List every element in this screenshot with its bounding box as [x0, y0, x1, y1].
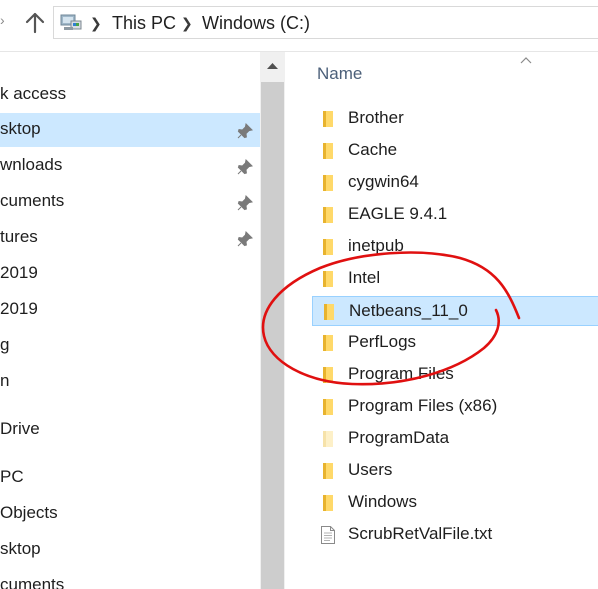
forward-chevron-icon[interactable]: ›	[0, 12, 5, 28]
file-name: cygwin64	[348, 172, 419, 191]
nav-item-desktop[interactable]: sktop	[0, 113, 260, 147]
nav-item-label: tures	[0, 227, 38, 246]
file-name: Intel	[348, 268, 381, 287]
folder-icon	[320, 237, 336, 257]
file-name: Program Files (x86)	[348, 396, 498, 415]
address-bar[interactable]: ❯ This PC ❯ Windows (C:)	[53, 6, 598, 39]
file-row-eagle[interactable]: EAGLE 9.4.1	[312, 200, 598, 230]
file-name: Program Files	[348, 364, 454, 383]
nav-item-label: wnloads	[0, 155, 63, 174]
file-row-inetpub[interactable]: inetpub	[312, 232, 598, 262]
file-row-program-files-x86[interactable]: Program Files (x86)	[312, 392, 598, 422]
nav-item-label: n	[0, 371, 10, 390]
nav-item-g[interactable]: g	[0, 329, 260, 363]
file-row-programdata[interactable]: ProgramData	[312, 424, 598, 454]
pin-icon[interactable]	[236, 122, 254, 140]
scroll-up-button[interactable]	[260, 52, 285, 82]
folder-icon	[320, 141, 336, 161]
file-name: ScrubRetValFile.txt	[348, 524, 493, 543]
chevron-up-icon	[267, 63, 278, 69]
nav-item-folder-2019-b[interactable]: 2019	[0, 293, 260, 327]
nav-pane-scrollbar[interactable]	[260, 52, 285, 589]
file-list-pane: Name Brother Cache cygwin64 EAGLE 9.4.1 …	[285, 52, 598, 589]
file-name: Brother	[348, 108, 404, 127]
breadcrumb-this-pc[interactable]: This PC	[112, 13, 176, 34]
folder-icon	[320, 493, 336, 513]
file-row-cygwin64[interactable]: cygwin64	[312, 168, 598, 198]
file-row-program-files[interactable]: Program Files	[312, 360, 598, 390]
nav-item-downloads[interactable]: wnloads	[0, 149, 260, 183]
nav-item-label: Objects	[0, 503, 58, 522]
nav-item-label: k access	[0, 84, 67, 103]
file-name: Users	[348, 460, 393, 479]
pin-icon[interactable]	[236, 230, 254, 248]
folder-icon	[320, 109, 336, 129]
file-name: Cache	[348, 140, 398, 159]
file-row-cache[interactable]: Cache	[312, 136, 598, 166]
nav-item-label: sktop	[0, 119, 41, 138]
file-row-perflogs[interactable]: PerfLogs	[312, 328, 598, 358]
navigation-pane: k access sktop wnloads cuments tures 201…	[0, 52, 260, 589]
folder-icon	[320, 365, 336, 385]
folder-icon	[320, 397, 336, 417]
sort-ascending-icon	[519, 52, 533, 64]
nav-item-label: 2019	[0, 263, 38, 282]
nav-item-documents-pc[interactable]: cuments	[0, 569, 260, 589]
nav-item-3d-objects[interactable]: Objects	[0, 497, 260, 531]
breadcrumb-drive[interactable]: Windows (C:)	[202, 13, 310, 34]
folder-icon	[320, 205, 336, 225]
file-row-brother[interactable]: Brother	[312, 104, 598, 134]
nav-item-folder-2019-a[interactable]: 2019	[0, 257, 260, 291]
up-button[interactable]	[24, 11, 46, 35]
folder-icon	[320, 173, 336, 193]
folder-icon	[321, 302, 337, 322]
nav-item-onedrive[interactable]: Drive	[0, 413, 260, 447]
file-row-users[interactable]: Users	[312, 456, 598, 486]
this-pc-icon	[59, 13, 83, 33]
file-name: PerfLogs	[348, 332, 417, 351]
scrollbar-thumb[interactable]	[261, 82, 284, 589]
folder-icon	[320, 461, 336, 481]
folder-icon	[320, 269, 336, 289]
file-row-netbeans[interactable]: Netbeans_11_0	[312, 296, 598, 326]
nav-item-label: PC	[0, 467, 24, 486]
nav-item-n[interactable]: n	[0, 365, 260, 399]
breadcrumb-separator-icon[interactable]: ❯	[181, 15, 193, 32]
nav-item-this-pc[interactable]: PC	[0, 461, 260, 495]
file-row-windows[interactable]: Windows	[312, 488, 598, 518]
nav-item-label: 2019	[0, 299, 38, 318]
breadcrumb-separator-icon[interactable]: ❯	[90, 15, 102, 32]
file-row-scrubretvalfile[interactable]: ScrubRetValFile.txt	[312, 520, 598, 550]
nav-item-desktop-pc[interactable]: sktop	[0, 533, 260, 567]
nav-item-label: g	[0, 335, 10, 354]
file-row-intel[interactable]: Intel	[312, 264, 598, 294]
text-file-icon	[320, 525, 336, 545]
nav-item-label: cuments	[0, 575, 65, 589]
nav-item-documents[interactable]: cuments	[0, 185, 260, 219]
nav-item-quick-access[interactable]: k access	[0, 78, 260, 112]
nav-item-label: cuments	[0, 191, 65, 210]
file-name: Netbeans_11_0	[349, 301, 468, 320]
file-name: Windows	[348, 492, 417, 511]
nav-item-label: Drive	[0, 419, 40, 438]
file-name: ProgramData	[348, 428, 450, 447]
file-name: inetpub	[348, 236, 404, 255]
nav-item-pictures[interactable]: tures	[0, 221, 260, 255]
address-toolbar: › ❯ This PC ❯ Windows (C:)	[0, 0, 598, 46]
column-header-name[interactable]: Name	[317, 64, 362, 84]
pin-icon[interactable]	[236, 194, 254, 212]
hidden-folder-icon	[320, 429, 336, 449]
folder-icon	[320, 333, 336, 353]
nav-item-label: sktop	[0, 539, 41, 558]
arrow-up-icon	[25, 12, 45, 34]
pin-icon[interactable]	[236, 158, 254, 176]
file-name: EAGLE 9.4.1	[348, 204, 448, 223]
